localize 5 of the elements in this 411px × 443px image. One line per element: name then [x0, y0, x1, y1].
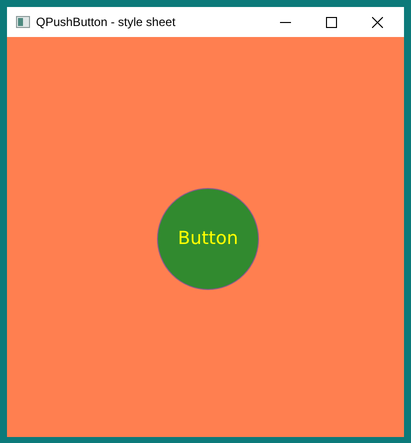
round-button[interactable]: Button: [157, 188, 259, 290]
window-title: QPushButton - style sheet: [36, 14, 176, 31]
close-icon[interactable]: [372, 16, 382, 28]
app-icon: [16, 16, 30, 28]
maximize-icon[interactable]: [326, 16, 336, 28]
